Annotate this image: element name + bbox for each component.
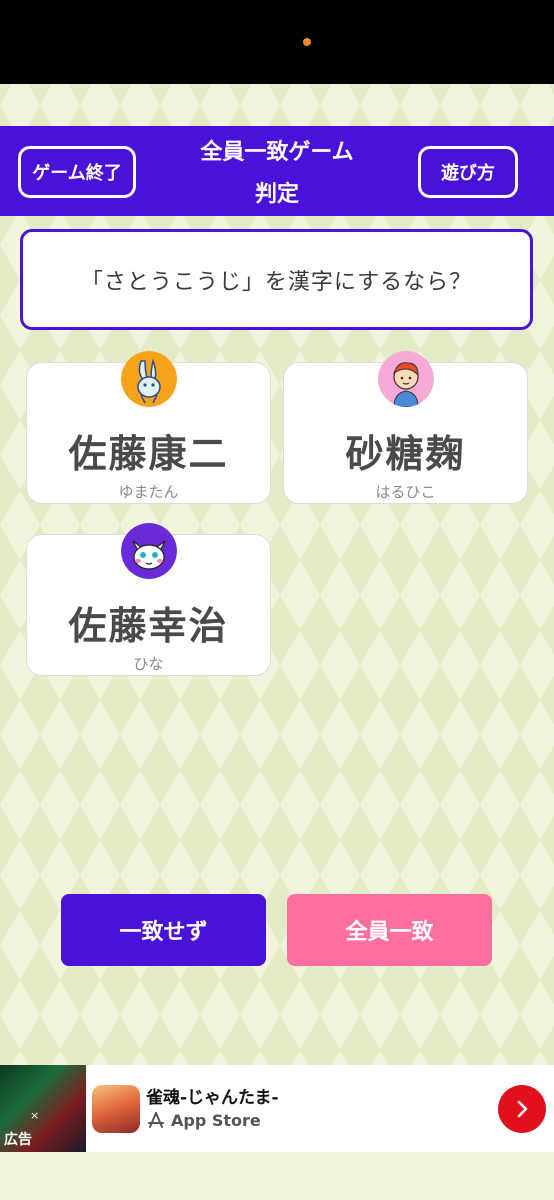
answer-card: 佐藤幸治 ひな bbox=[26, 523, 271, 676]
judgement-title: 判定 bbox=[254, 182, 299, 207]
cat-avatar-icon bbox=[121, 523, 177, 579]
answer-text: 佐藤康二 bbox=[68, 432, 229, 476]
player-name: ひな bbox=[133, 655, 164, 673]
rabbit-avatar-icon bbox=[121, 351, 177, 407]
answer-card: 佐藤康二 ゆまたん bbox=[26, 351, 271, 504]
app-icon[interactable] bbox=[92, 1085, 140, 1133]
game-title: 全員一致ゲーム bbox=[200, 140, 354, 165]
ad-app-title[interactable]: 雀魂-じゃんたま- bbox=[146, 1083, 279, 1108]
ad-collab-mark: × bbox=[30, 1109, 40, 1122]
player-name: ゆまたん bbox=[118, 483, 179, 501]
ad-store-name: App Store bbox=[171, 1111, 261, 1130]
answer-text: 佐藤幸治 bbox=[68, 604, 229, 648]
answer-card: 砂糖麹 はるひこ bbox=[283, 351, 528, 504]
all-match-button[interactable]: 全員一致 bbox=[287, 894, 492, 966]
status-bar bbox=[0, 0, 554, 84]
question-box: 「さとうこうじ」を漢字にするなら？ bbox=[20, 229, 533, 330]
player-name: はるひこ bbox=[375, 483, 436, 501]
quit-game-button[interactable]: ゲーム終了 bbox=[18, 146, 136, 198]
chevron-right-icon[interactable] bbox=[498, 1085, 546, 1133]
app-store-icon bbox=[148, 1112, 164, 1128]
ad-banner[interactable]: × 広告 雀魂-じゃんたま- App Store bbox=[0, 1065, 554, 1152]
no-match-button[interactable]: 一致せず bbox=[61, 894, 266, 966]
bottom-safe-area bbox=[0, 1152, 554, 1200]
ad-promo-image[interactable]: × 広告 bbox=[0, 1065, 86, 1152]
boy-avatar-icon bbox=[378, 351, 434, 407]
header-bar: ゲーム終了 全員一致ゲーム 判定 遊び方 bbox=[0, 126, 554, 216]
how-to-play-button[interactable]: 遊び方 bbox=[418, 146, 518, 198]
camera-indicator-dot bbox=[303, 38, 311, 46]
answer-text: 砂糖麹 bbox=[345, 432, 466, 476]
ad-label: 広告 bbox=[4, 1132, 32, 1148]
